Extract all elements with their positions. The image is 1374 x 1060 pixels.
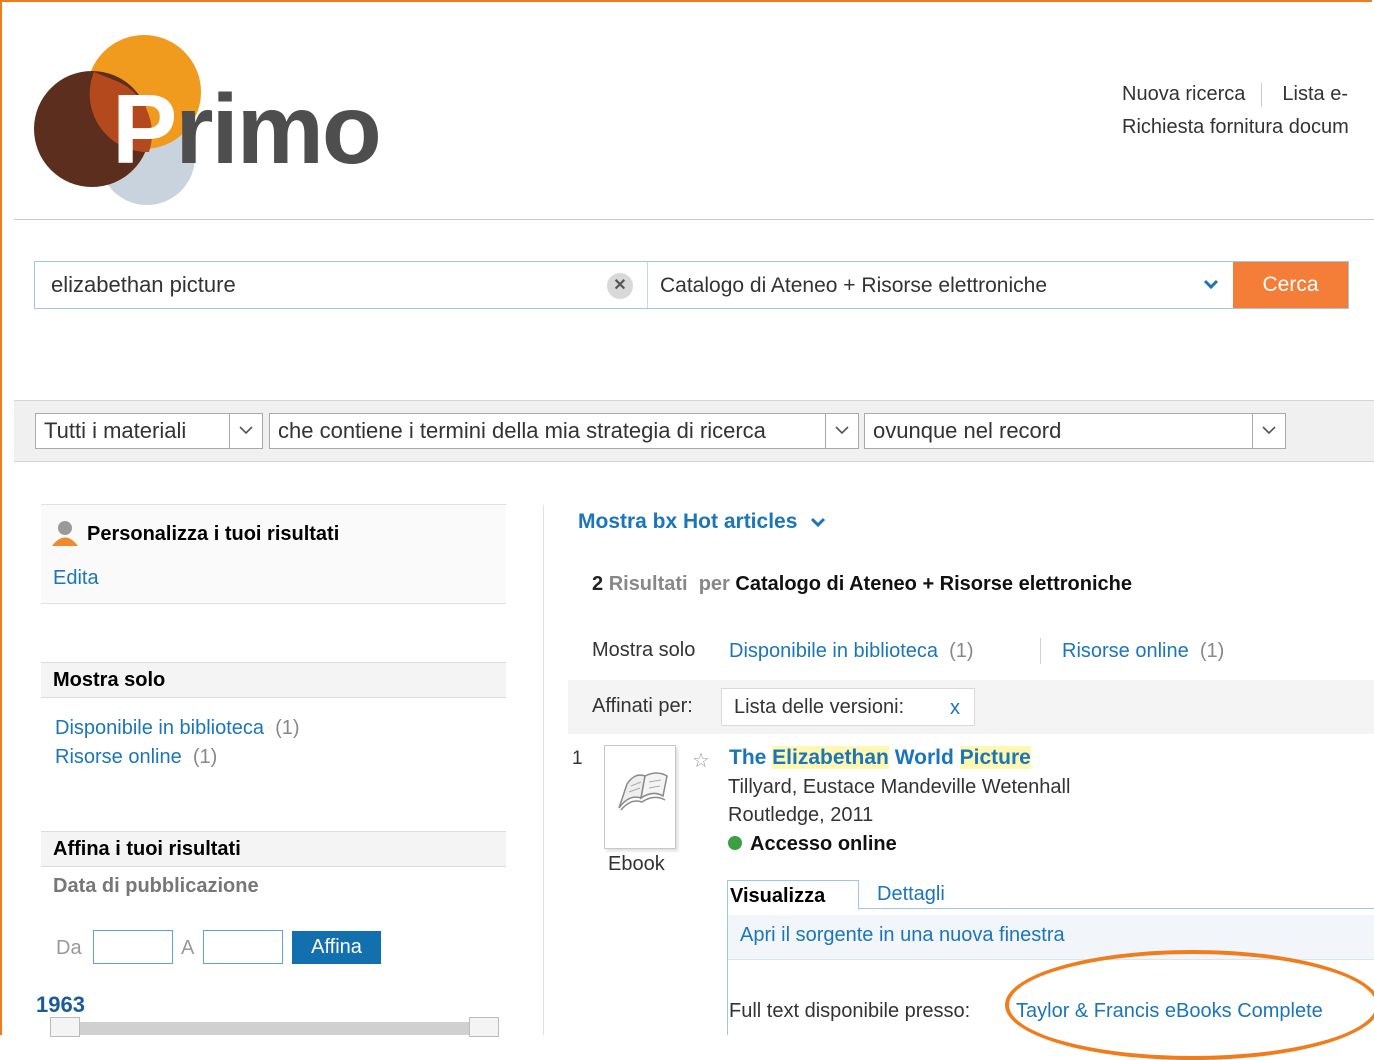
material-select[interactable]: Tutti i materiali — [35, 413, 263, 449]
facet-available-library[interactable]: Disponibile in biblioteca (1) — [55, 717, 300, 740]
result-title[interactable]: The Elizabethan World Picture — [729, 746, 1031, 770]
results-count-label: Risultati — [608, 573, 688, 595]
highlight-annotation — [1005, 950, 1374, 1060]
search-bar: ✕ Catalogo di Ateneo + Risorse elettroni… — [34, 261, 1349, 309]
logo-p: P — [112, 74, 177, 184]
open-source-link[interactable]: Apri il sorgente in una nuova finestra — [740, 924, 1065, 947]
personalize-title: Personalizza i tuoi risultati — [87, 523, 340, 545]
hot-articles-label: Mostra bx Hot articles — [578, 510, 798, 533]
chevron-down-icon[interactable] — [1201, 274, 1221, 294]
book-icon — [618, 772, 668, 811]
header-divider — [14, 219, 1374, 220]
title-part: The — [729, 746, 773, 769]
results-facet-online[interactable]: Risorse online (1) — [1062, 640, 1224, 663]
facet-label: Risorse online — [1062, 640, 1189, 662]
chevron-down-icon — [811, 518, 826, 528]
field-select[interactable]: ovunque nel record — [864, 413, 1286, 449]
refined-by-label: Affinati per: — [592, 695, 693, 717]
personalize-panel: Personalizza i tuoi risultati Edita — [41, 504, 506, 604]
column-divider — [543, 505, 544, 1035]
results-show-only-label: Mostra solo — [592, 639, 696, 661]
nav-e-list[interactable]: Lista e- — [1282, 83, 1348, 106]
facet-separator — [1040, 638, 1041, 664]
remove-filter-icon[interactable]: x — [950, 690, 960, 726]
field-select-value: ovunque nel record — [873, 418, 1062, 443]
star-icon[interactable]: ☆ — [692, 748, 710, 773]
from-label: Da — [56, 937, 82, 959]
facet-count: (1) — [192, 746, 218, 768]
match-select[interactable]: che contiene i termini della mia strateg… — [269, 413, 859, 449]
search-input[interactable] — [35, 262, 645, 308]
tab-view[interactable]: Visualizza — [727, 880, 859, 910]
title-highlight: Picture — [959, 746, 1031, 769]
nav-new-search[interactable]: Nuova ricerca — [1122, 83, 1245, 106]
results-show-only: Mostra solo — [592, 639, 695, 662]
tab-details[interactable]: Dettagli — [877, 883, 945, 906]
show-only-heading: Mostra solo — [41, 662, 506, 698]
result-thumbnail[interactable] — [604, 745, 676, 849]
refine-heading: Affina i tuoi risultati — [41, 831, 506, 867]
results-per-label: per — [698, 573, 730, 595]
hot-articles-toggle[interactable]: Mostra bx Hot articles — [578, 510, 827, 534]
facet-online-resources[interactable]: Risorse online (1) — [55, 746, 217, 769]
scope-select[interactable]: Catalogo di Ateneo + Risorse elettronich… — [647, 262, 1233, 308]
results-facet-library[interactable]: Disponibile in biblioteca (1) — [729, 640, 974, 663]
scope-select-value: Catalogo di Ateneo + Risorse elettronich… — [660, 274, 1047, 297]
refine-chip-label: Lista delle versioni: — [734, 696, 905, 718]
title-highlight: Elizabethan — [772, 746, 889, 769]
access-status: Accesso online — [728, 833, 897, 856]
chevron-down-icon[interactable] — [229, 414, 262, 448]
to-label: A — [181, 937, 195, 959]
facet-label: Disponibile in biblioteca — [55, 717, 265, 739]
advanced-filter-bar: Tutti i materiali che contiene i termini… — [14, 400, 1374, 462]
logo-text: Primo — [112, 80, 382, 178]
chevron-down-icon[interactable] — [825, 414, 858, 448]
chevron-down-icon[interactable] — [1252, 414, 1285, 448]
refine-button[interactable]: Affina — [292, 931, 381, 964]
to-year-input[interactable] — [203, 930, 283, 964]
results-count: 2 — [592, 573, 604, 595]
status-dot-icon — [728, 836, 742, 850]
year-slider-handle-right[interactable] — [469, 1017, 499, 1037]
facet-count: (1) — [1199, 640, 1225, 662]
result-index: 1 — [572, 748, 583, 769]
user-icon — [52, 521, 78, 546]
nav-document-request[interactable]: Richiesta fornitura docum — [1122, 116, 1349, 139]
material-select-value: Tutti i materiali — [44, 418, 187, 443]
pub-date-title: Data di pubblicazione — [53, 875, 259, 897]
year-slider-handle-left[interactable] — [50, 1017, 80, 1037]
facet-label: Risorse online — [55, 746, 182, 768]
from-year-input[interactable] — [93, 930, 173, 964]
facet-count: (1) — [949, 640, 974, 662]
primo-logo[interactable]: Primo — [34, 32, 404, 207]
top-navigation: Nuova ricerca Lista e- Richiesta fornitu… — [1122, 78, 1349, 144]
refine-chip: Lista delle versioni: x — [721, 688, 975, 726]
nav-separator — [1261, 82, 1263, 107]
facet-label: Disponibile in biblioteca — [729, 640, 939, 662]
results-summary: 2 Risultati per Catalogo di Ateneo + Ris… — [592, 573, 1132, 596]
results-scope: Catalogo di Ateneo + Risorse elettronich… — [735, 573, 1132, 595]
logo-rest: rimo — [175, 74, 381, 184]
fulltext-label: Full text disponibile presso: — [729, 1000, 971, 1022]
close-icon[interactable]: ✕ — [607, 273, 633, 299]
year-range-start: 1963 — [36, 992, 85, 1017]
result-publisher: Routledge, 2011 — [728, 804, 874, 826]
title-part: World — [888, 746, 960, 769]
match-select-value: che contiene i termini della mia strateg… — [278, 418, 766, 443]
year-slider-track[interactable] — [50, 1022, 496, 1035]
edit-link[interactable]: Edita — [53, 567, 99, 590]
access-status-label: Accesso online — [750, 833, 897, 855]
search-button[interactable]: Cerca — [1233, 262, 1348, 308]
result-author: Tillyard, Eustace Mandeville Wetenhall — [728, 776, 1071, 798]
facet-count: (1) — [275, 717, 300, 739]
result-type: Ebook — [608, 853, 665, 875]
